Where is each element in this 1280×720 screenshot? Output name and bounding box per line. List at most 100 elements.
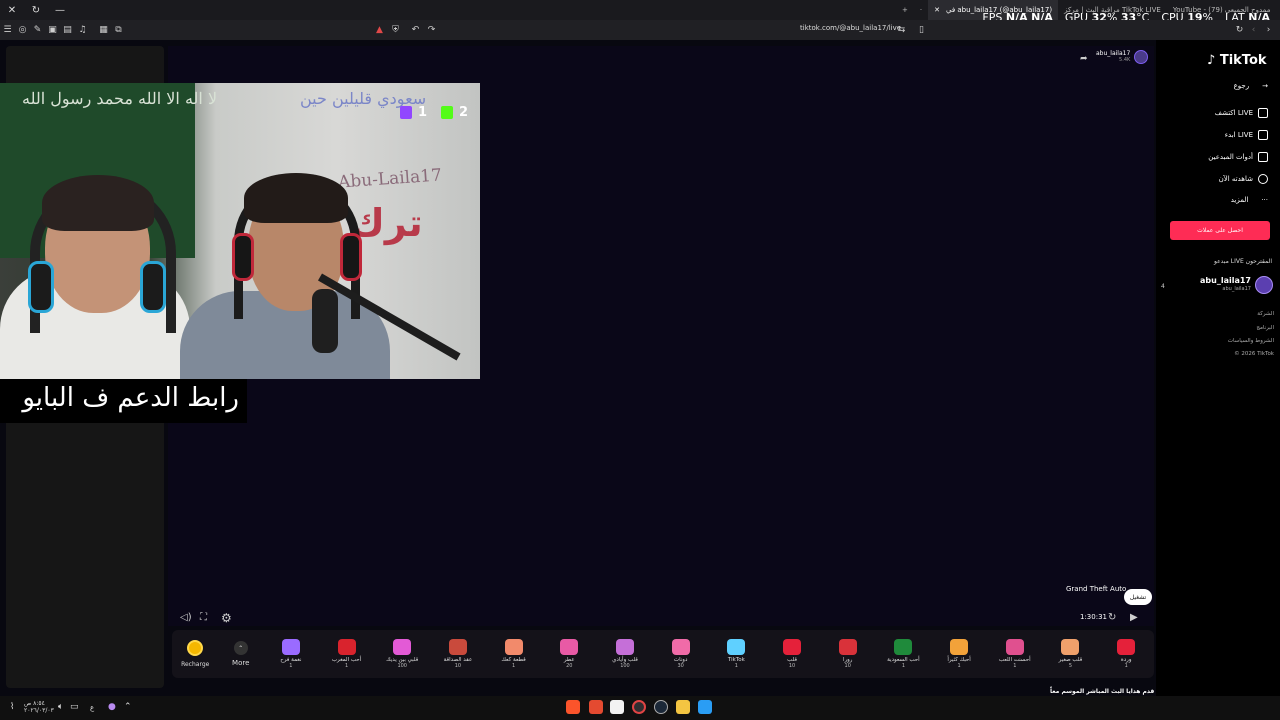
reload-window-icon[interactable]: ↻ [24,0,48,20]
minimize-icon[interactable]: — [48,0,72,20]
wifi-icon[interactable]: ⌇ [10,702,14,712]
support-banner-text: رابط الدعم ف البايو [22,383,239,413]
pin-icon[interactable]: ✎ [30,20,45,40]
gift-icon [727,639,746,655]
shield-icon[interactable]: ◎ [15,20,30,40]
gift-item[interactable]: عطر 20 [541,630,597,678]
file-explorer-taskbar-icon[interactable] [676,700,690,714]
steam-taskbar-icon[interactable] [654,700,668,714]
twitch-counter: 1 [400,105,427,120]
calendar-taskbar-icon[interactable] [610,700,624,714]
chevron-up-icon[interactable]: ⌃ [124,702,132,712]
sidebar-icon[interactable]: ▤ [60,20,75,40]
tiktok-logo[interactable]: ♪ TikTok [1207,53,1267,68]
forward-icon[interactable]: ↷ [424,20,439,40]
suggested-creator-handle: abu_laila17 [1222,286,1251,292]
fullscreen-icon[interactable]: ⛶ [200,612,207,623]
gift-item[interactable]: قطعة كعك 1 [486,630,542,678]
obs-taskbar-icon[interactable] [632,700,646,714]
back-icon[interactable]: ↶ [408,20,423,40]
brave-alt-taskbar-icon[interactable] [589,700,603,714]
taskbar-clock[interactable]: ٨:٥٤ ص ٢٠٢٦/٠٣/٠٣ [24,700,54,714]
webcam-overlay: لا اله الا الله محمد رسول الله سعودي قلي… [0,83,480,379]
nav-forward-icon[interactable]: › [1261,20,1276,40]
gift-item[interactable]: أحسنت اللعب 1 [987,630,1043,678]
gift-item[interactable]: قلب وأيادي 100 [597,630,653,678]
nav-more[interactable]: المزيد ··· [1198,196,1268,204]
close-window-icon[interactable]: ✕ [0,0,24,20]
gift-item[interactable]: أحب المغرب 1 [319,630,375,678]
brave-rewards-icon[interactable]: ▲ [372,20,387,40]
gift-icon [504,639,523,655]
flag-calligraphy: لا اله الا الله محمد رسول الله [22,89,218,108]
nav-watch-history[interactable]: شاهدته الآن [1198,174,1268,184]
gift-icon [671,639,690,655]
kick-counter: 2 [441,105,468,120]
camera-icon [1258,130,1268,140]
bookmark-icon[interactable]: ▯ [914,20,929,40]
refresh-icon[interactable]: ↻ [1232,20,1247,40]
volume-icon[interactable]: ◁) [180,612,192,623]
nav-creator-tools[interactable]: أدوات المبدعين [1198,152,1268,162]
nav-go-live[interactable]: ابدء LIVE [1198,130,1268,140]
menu-icon[interactable]: ☰ [0,20,15,40]
browser-toolbar: ☰ ◎ ✎ ▣ ▤ ♫ ▦ ⧉ ▲ ⛨ ↶ ↷ ⇆ ▯ ↻ ‹ › [0,20,1280,40]
tab-close-icon[interactable]: ✕ [934,6,940,14]
gift-item[interactable]: رورا 10 [820,630,876,678]
host-avatar[interactable] [1134,50,1149,64]
window-icon[interactable]: ▣ [45,20,60,40]
grid-icon[interactable]: ▦ [96,20,111,40]
gift-price: 5 [1068,663,1073,669]
footer-program[interactable]: البرنامج [1256,325,1274,331]
nav-explore-live[interactable]: اكتشف LIVE [1198,108,1268,118]
gift-item[interactable]: وردة 1 [1098,630,1154,678]
more-gifts-button[interactable]: ⌃ More [218,630,263,678]
gift-price: 1 [344,663,349,669]
gift-item[interactable]: دونات 30 [653,630,709,678]
gift-item[interactable]: عقد الصداقة 10 [430,630,486,678]
settings-icon[interactable]: ⚙ [221,611,232,625]
music-icon[interactable]: ♫ [75,20,90,40]
gift-icon [783,639,802,655]
gift-icon [950,639,969,655]
suggested-count: 4 [1161,283,1165,290]
gift-item[interactable]: TikTok 1 [709,630,765,678]
play-icon[interactable]: ▶ [1130,612,1138,623]
language-indicator[interactable]: ع [90,704,94,712]
arrow-right-icon: → [1262,82,1268,90]
gift-price: 1 [901,663,905,669]
headphone-cup [140,261,166,313]
host-info[interactable]: abu_laila17 5.4K [1096,50,1149,64]
gift-item[interactable]: قلب 10 [764,630,820,678]
get-coins-button[interactable]: احصل على عملات [1170,221,1270,240]
speaker-icon[interactable]: 🔈︎ [58,702,63,712]
nav-back[interactable]: رجوع → [1198,82,1268,90]
extensions-icon[interactable]: ⧉ [111,20,126,40]
stream-timer: 1:30:31 [1080,613,1107,621]
mic-icon[interactable]: ● [108,702,116,712]
host-name: abu_laila17 5.4K [1096,50,1131,63]
refresh-stream-icon[interactable]: ↻ [1108,612,1116,623]
brave-shield-icon[interactable]: ⛨ [388,20,403,40]
game-tag[interactable]: Grand Theft Auto [1066,585,1126,593]
gift-item[interactable]: قلبي بين يديك 100 [374,630,430,678]
gift-item[interactable]: نغمة فرح 1 [263,630,319,678]
address-bar[interactable]: tiktok.com/@abu_laila17/live [800,24,901,32]
gift-item[interactable]: أحبك كثيراً 1 [931,630,987,678]
footer-terms[interactable]: الشروط والسياسات [1228,338,1274,344]
windows-start-icon[interactable] [698,700,712,714]
dots-icon: ··· [1261,196,1268,204]
gift-item[interactable]: قلب صغير 5 [1043,630,1099,678]
brave-taskbar-icon[interactable] [566,700,580,714]
nav-back-icon[interactable]: ‹ [1246,20,1261,40]
play-tooltip: تشغيل [1124,589,1152,605]
footer-company[interactable]: الشركة [1257,311,1274,317]
recharge-button[interactable]: Recharge [172,630,218,678]
suggested-creator[interactable]: abu_laila17 abu_laila17 [1200,276,1273,294]
new-tab-button[interactable]: + [896,0,914,20]
gift-icon [448,639,467,655]
display-icon[interactable]: ▭ [70,702,79,712]
gift-item[interactable]: أحب السعودية 1 [876,630,932,678]
share-icon[interactable]: ➦ [1080,54,1088,64]
gift-price: 1 [512,663,516,669]
